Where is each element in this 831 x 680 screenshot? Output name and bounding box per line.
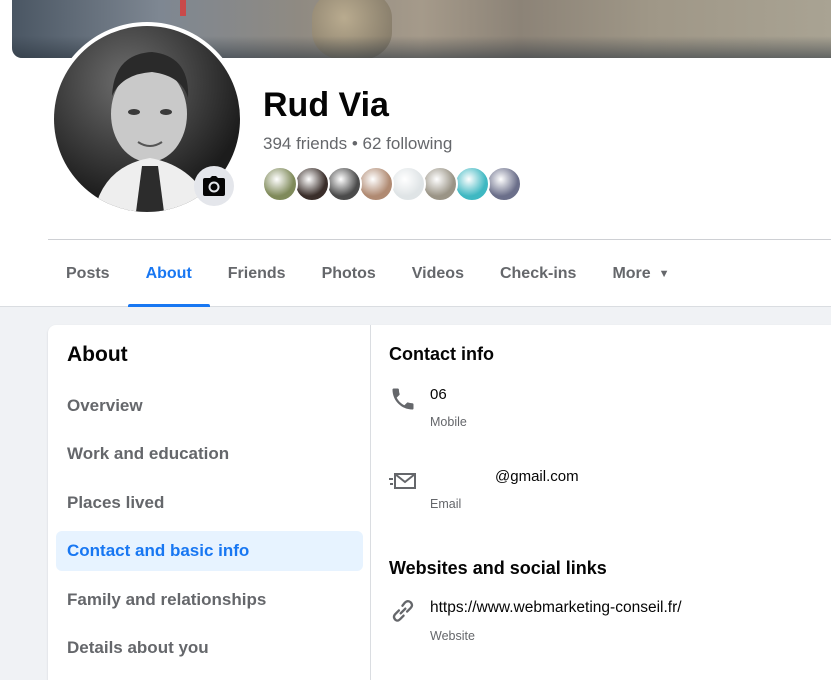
friend-avatar[interactable]	[358, 166, 394, 202]
cover-flag	[180, 0, 186, 16]
friend-avatar[interactable]	[326, 166, 362, 202]
friends-count[interactable]: 394 friends • 62 following	[263, 134, 452, 154]
tab-label: Videos	[411, 264, 464, 282]
phone-icon	[392, 388, 414, 410]
friend-avatar[interactable]	[454, 166, 490, 202]
tab-label: Photos	[321, 264, 376, 282]
email-icon	[389, 473, 416, 489]
friend-avatar[interactable]	[422, 166, 458, 202]
tab-label: More	[612, 264, 651, 282]
about-menu-item-contact-and-basic-info[interactable]: Contact and basic info	[56, 531, 363, 571]
about-menu-item-places-lived[interactable]: Places lived	[56, 483, 363, 523]
about-sidebar: About Overview Work and education Places l…	[48, 325, 371, 680]
camera-icon	[203, 176, 225, 196]
friend-avatar[interactable]	[390, 166, 426, 202]
about-menu-item-overview[interactable]: Overview	[56, 386, 363, 426]
about-menu-item-details-about-you[interactable]: Details about you	[56, 628, 363, 668]
tab-label: Check-ins	[499, 264, 577, 282]
website-label: Website	[430, 629, 475, 643]
phone-label: Mobile	[430, 415, 467, 429]
about-title: About	[67, 343, 128, 366]
about-menu-item-family-and-relationships[interactable]: Family and relationships	[56, 580, 363, 620]
tab-label: Posts	[66, 264, 110, 282]
friend-avatar[interactable]	[262, 166, 298, 202]
tab-more[interactable]: More ▼	[594, 240, 687, 307]
profile-header: Rud Via 394 friends • 62 following Posts…	[0, 0, 831, 307]
friend-avatar[interactable]	[486, 166, 522, 202]
tab-label: Friends	[227, 264, 286, 282]
email-value: @gmail.com	[495, 468, 579, 485]
tab-friends[interactable]: Friends	[210, 240, 304, 307]
about-card: About Overview Work and education Places l…	[48, 325, 831, 680]
friend-avatar[interactable]	[294, 166, 330, 202]
profile-tabs: Posts About Friends Photos Videos Check-ins Mo…	[48, 240, 688, 307]
contact-info-title: Contact info	[389, 344, 494, 364]
tab-about[interactable]: About	[127, 240, 210, 307]
tab-photos[interactable]: Photos	[304, 240, 394, 307]
tab-videos[interactable]: Videos	[394, 240, 482, 307]
website-link[interactable]: https://www.webmarketing-conseil.fr/	[430, 599, 682, 617]
profile-name: Rud Via	[263, 86, 389, 124]
tab-check-ins[interactable]: Check-ins	[482, 240, 594, 307]
friend-avatars[interactable]	[262, 166, 522, 204]
phone-value: 06	[430, 386, 447, 403]
tab-posts[interactable]: Posts	[48, 240, 128, 307]
tab-label: About	[145, 264, 192, 282]
about-menu-item-work-and-education[interactable]: Work and education	[56, 434, 363, 474]
link-icon	[392, 600, 414, 622]
avatar-camera-button[interactable]	[194, 166, 234, 206]
email-label: Email	[430, 497, 462, 511]
websites-title: Websites and social links	[389, 558, 607, 578]
caret-down-icon: ▼	[658, 267, 670, 280]
